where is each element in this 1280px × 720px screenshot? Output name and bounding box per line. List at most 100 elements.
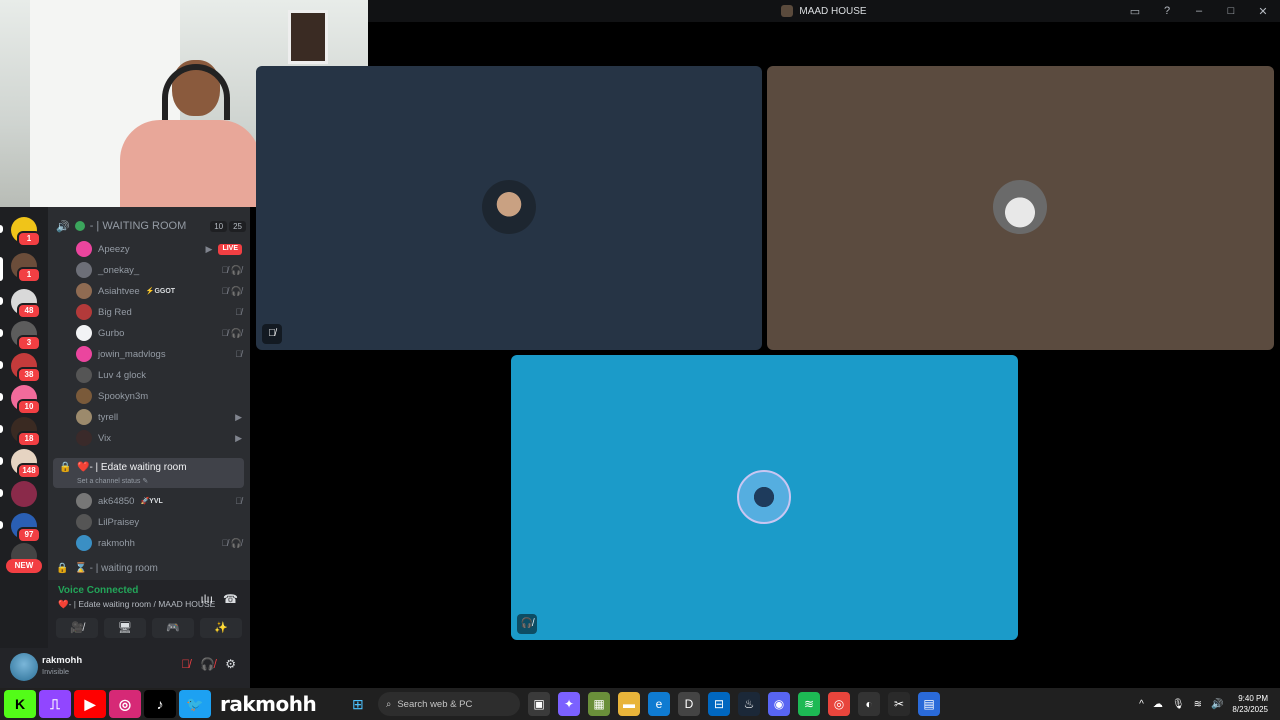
server-selected-pill [0, 257, 3, 281]
server-icon[interactable]: 97 [11, 513, 41, 543]
server-icon[interactable]: 10 [11, 385, 41, 415]
gear-icon[interactable]: ⚙ [225, 657, 236, 671]
avatar [76, 325, 92, 341]
avatar [482, 180, 536, 234]
server-badge: 97 [17, 527, 41, 543]
user-name: Gurbo [98, 327, 125, 339]
help-icon[interactable]: ? [1160, 5, 1174, 17]
volume-icon[interactable]: 🔊 [1211, 699, 1223, 710]
lock-icon: 🔒 [59, 462, 72, 473]
server-unread-pill [0, 329, 3, 337]
server-icon[interactable]: 18 [11, 417, 41, 447]
search-input[interactable]: ⌕ Search web & PC [378, 692, 520, 716]
server-badge: 3 [17, 335, 41, 351]
wifi-icon[interactable]: ≋ [1194, 699, 1202, 710]
live-badge: LIVE [218, 243, 242, 255]
edge-icon[interactable]: e [648, 692, 670, 716]
taskbar-apps: ▣ ✦ ▦ ▬ e D ⊟ ♨ ◉ ≋ ◎ ◐ ✂ ▤ [528, 692, 940, 716]
user-name: rakmohh [42, 655, 83, 666]
mute-icon[interactable]: 🎙̸ [181, 657, 190, 671]
active-voice-channel[interactable]: 🔒 ❤️- | Edate waiting room Set a channel… [53, 458, 244, 488]
copilot-icon[interactable]: ✦ [558, 692, 580, 716]
chrome-icon[interactable]: ◎ [828, 692, 850, 716]
voice-channel-waiting-room-2[interactable]: 🔒 ⌛ - | waiting room [56, 563, 158, 574]
voice-user[interactable]: Luv 4 glock [76, 365, 242, 385]
tiktok-icon: ♪ [144, 690, 176, 718]
avatar [76, 514, 92, 530]
instagram-icon: ◎ [109, 690, 141, 718]
voice-user[interactable]: Spookyn3m [76, 386, 242, 406]
server-icon[interactable]: 3 [11, 321, 41, 351]
globe-icon [74, 221, 85, 231]
voice-user[interactable]: Gurbo 🎙̸ 🎧̸ [76, 323, 242, 343]
server-icon[interactable]: 48 [11, 289, 41, 319]
channel-name: - | WAITING ROOM [89, 220, 187, 232]
user-name: Apeezy [98, 243, 130, 255]
voice-user[interactable]: ak64850 🚀YVL 🎙̸ [76, 491, 242, 511]
server-unread-pill [0, 489, 3, 497]
notepad-icon[interactable]: ▤ [918, 692, 940, 716]
soundboard-button[interactable]: ✨ [200, 618, 242, 638]
windows-start-icon[interactable]: ⊞ [352, 696, 368, 712]
task-view-icon[interactable]: ▣ [528, 692, 550, 716]
video-tile[interactable]: 🎙̸ [256, 66, 762, 350]
server-badge: 48 [17, 303, 41, 319]
voice-user[interactable]: _onekay_ 🎙̸ 🎧̸ [76, 260, 242, 280]
server-icon[interactable]: 148 [11, 449, 41, 479]
maximize-button[interactable]: □ [1224, 5, 1238, 17]
avatar [76, 367, 92, 383]
file-explorer-icon[interactable]: ▬ [618, 692, 640, 716]
snipping-tool-icon[interactable]: ✂ [888, 692, 910, 716]
screen-share-button[interactable]: 🖥 [104, 618, 146, 638]
video-count: 10 [210, 220, 228, 232]
minimize-button[interactable]: – [1192, 5, 1206, 17]
close-button[interactable]: ✕ [1256, 5, 1270, 18]
deafen-icon[interactable]: 🎧̸ [200, 657, 215, 671]
system-tray: ^ ☁ 🎙 ≋ 🔊 9:40 PM 8/23/2025 [1139, 688, 1268, 720]
user-name: tyrell [98, 411, 119, 423]
store-icon[interactable]: ⊟ [708, 692, 730, 716]
video-tile[interactable] [767, 66, 1274, 350]
kick-icon: K [4, 690, 36, 718]
discord-icon[interactable]: ◉ [768, 692, 790, 716]
camera-toggle-button[interactable]: 🎥̸ [56, 618, 98, 638]
server-rail: 1 1 48 3 38 10 18 148 97 NEW [0, 207, 48, 688]
user-status-icons: ▶ LIVE [206, 243, 242, 255]
steam-icon[interactable]: ♨ [738, 692, 760, 716]
muted-deafened-icon: 🎙̸ 🎧̸ [221, 285, 242, 296]
noise-suppression-icon[interactable]: ılıı [200, 592, 213, 606]
dell-icon[interactable]: D [678, 692, 700, 716]
channel-status-input[interactable]: Set a channel status ✎ [77, 477, 148, 485]
inbox-icon[interactable]: ▭ [1128, 5, 1142, 18]
spotify-icon[interactable]: ≋ [798, 692, 820, 716]
chevron-up-icon[interactable]: ^ [1139, 699, 1144, 710]
minecraft-icon[interactable]: ▦ [588, 692, 610, 716]
voice-user[interactable]: tyrell ▶ [76, 407, 242, 427]
voice-user[interactable]: jowin_madvlogs 🎙̸ [76, 344, 242, 364]
avatar [76, 493, 92, 509]
server-icon[interactable] [11, 481, 37, 507]
voice-user[interactable]: LilPraisey [76, 512, 242, 532]
microphone-icon[interactable]: 🎙 [1172, 699, 1185, 710]
server-icon[interactable]: 1 [11, 253, 41, 283]
avatar [76, 409, 92, 425]
voice-user[interactable]: rakmohh 🎙̸ 🎧̸ [76, 533, 242, 553]
user-panel: rakmohh Invisible 🎙̸ 🎧̸ ⚙ [0, 648, 250, 688]
avatar[interactable] [10, 653, 38, 681]
voice-location[interactable]: ❤️- | Edate waiting room / MAAD HOUSE [58, 599, 215, 610]
voice-user[interactable]: Vix ▶ [76, 428, 242, 448]
server-unread-pill [0, 297, 3, 305]
server-icon[interactable]: 1 [11, 217, 41, 247]
clock[interactable]: 9:40 PM 8/23/2025 [1232, 693, 1268, 715]
voice-user[interactable]: Asiahtvee ⚡GGOT 🎙̸ 🎧̸ [76, 281, 242, 301]
disconnect-icon[interactable]: ☎ [223, 592, 238, 606]
voice-user[interactable]: Apeezy ▶ LIVE [76, 239, 242, 259]
voice-channel-waiting-room[interactable]: 🔊 - | WAITING ROOM 10 25 [56, 217, 246, 235]
channel-name: ⌛ - | waiting room [74, 563, 158, 574]
voice-user[interactable]: Big Red 🎙̸ [76, 302, 242, 322]
onedrive-icon[interactable]: ☁ [1153, 699, 1163, 710]
server-icon[interactable]: 38 [11, 353, 41, 383]
video-tile[interactable]: 🎧̸ [511, 355, 1018, 640]
activities-button[interactable]: 🎮 [152, 618, 194, 638]
obs-icon[interactable]: ◐ [858, 692, 880, 716]
